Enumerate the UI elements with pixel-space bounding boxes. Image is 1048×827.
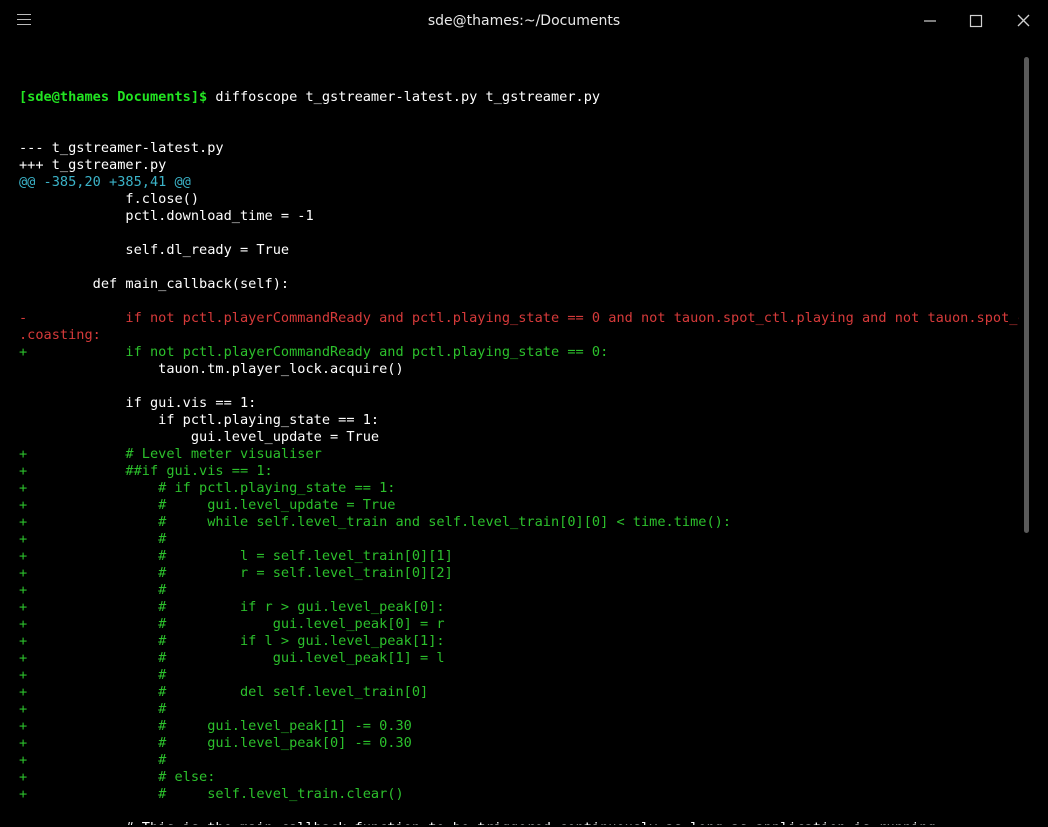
diff-line-ctx: [19, 225, 1019, 242]
diff-line-added: + ##if gui.vis == 1:: [19, 463, 273, 479]
diff-line-ctx: f.close(): [19, 191, 200, 207]
diff-line-added: + #: [19, 582, 167, 598]
minimize-icon: [924, 20, 936, 22]
terminal-window: sde@thames:~/Documents [sde@thames Docum…: [0, 0, 1048, 827]
diff-line-meta: +++ t_gstreamer.py: [19, 157, 167, 173]
diff-line-added: + # if l > gui.level_peak[1]:: [19, 633, 445, 649]
terminal-output[interactable]: [sde@thames Documents]$ diffoscope t_gst…: [19, 55, 1019, 825]
diff-line-ctx: if gui.vis == 1:: [19, 395, 257, 411]
diff-line-ctx: # This is the main callback function to …: [19, 820, 1019, 825]
command-text: diffoscope t_gstreamer-latest.py t_gstre…: [207, 89, 601, 105]
diff-line-added: + # if pctl.playing_state == 1:: [19, 480, 396, 496]
diff-line-added: + # while self.level_train and self.leve…: [19, 514, 732, 530]
maximize-icon: [969, 14, 983, 28]
diff-line-added: + # r = self.level_train[0][2]: [19, 565, 453, 581]
diff-output: --- t_gstreamer-latest.py +++ t_gstreamer…: [19, 140, 1019, 825]
scrollbar[interactable]: [1024, 57, 1029, 533]
diff-line-added: + # gui.level_peak[0] -= 0.30: [19, 735, 412, 751]
diff-line-ctx: [19, 378, 1019, 395]
diff-line-ctx: if pctl.playing_state == 1:: [19, 412, 380, 428]
close-button[interactable]: [1011, 10, 1037, 32]
close-icon: [1017, 14, 1030, 27]
diff-line-ctx: [19, 293, 1019, 310]
diff-line-added: + # self.level_train.clear(): [19, 786, 404, 802]
diff-line-removed: .coasting:: [19, 327, 101, 343]
window-title: sde@thames:~/Documents: [427, 13, 621, 29]
diff-line-added: + #: [19, 701, 167, 717]
diff-line-meta: --- t_gstreamer-latest.py: [19, 140, 224, 156]
maximize-button[interactable]: [963, 10, 989, 32]
diff-line-ctx: self.dl_ready = True: [19, 242, 290, 258]
diff-line-ctx: pctl.download_time = -1: [19, 208, 314, 224]
diff-line-added: + # l = self.level_train[0][1]: [19, 548, 453, 564]
diff-line-added: + # del self.level_train[0]: [19, 684, 429, 700]
diff-line-added: + # Level meter visualiser: [19, 446, 322, 462]
minimize-button[interactable]: [917, 10, 943, 32]
diff-line-ctx: tauon.tm.player_lock.acquire(): [19, 361, 404, 377]
diff-line-removed: - if not pctl.playerCommandReady and pct…: [19, 310, 1019, 326]
shell-prompt: [sde@thames Documents]$: [19, 89, 208, 105]
diff-line-added: + # else:: [19, 769, 216, 785]
diff-line-added: + # if r > gui.level_peak[0]:: [19, 599, 445, 615]
diff-line-added: + # gui.level_peak[1] -= 0.30: [19, 718, 412, 734]
diff-line-added: + if not pctl.playerCommandReady and pct…: [19, 344, 609, 360]
diff-line-ctx: gui.level_update = True: [19, 429, 380, 445]
command-line: [sde@thames Documents]$ diffoscope t_gst…: [19, 89, 1019, 106]
title-bar[interactable]: sde@thames:~/Documents: [0, 0, 1048, 44]
diff-line-added: + #: [19, 667, 167, 683]
diff-line-added: + # gui.level_peak[0] = r: [19, 616, 445, 632]
diff-line-added: + #: [19, 531, 167, 547]
diff-line-hunk: @@ -385,20 +385,41 @@: [19, 174, 191, 190]
diff-line-added: + # gui.level_update = True: [19, 497, 396, 513]
diff-line-ctx: [19, 803, 1019, 820]
diff-line-added: + # gui.level_peak[1] = l: [19, 650, 445, 666]
diff-line-ctx: def main_callback(self):: [19, 276, 290, 292]
diff-line-ctx: [19, 259, 1019, 276]
diff-line-added: + #: [19, 752, 167, 768]
